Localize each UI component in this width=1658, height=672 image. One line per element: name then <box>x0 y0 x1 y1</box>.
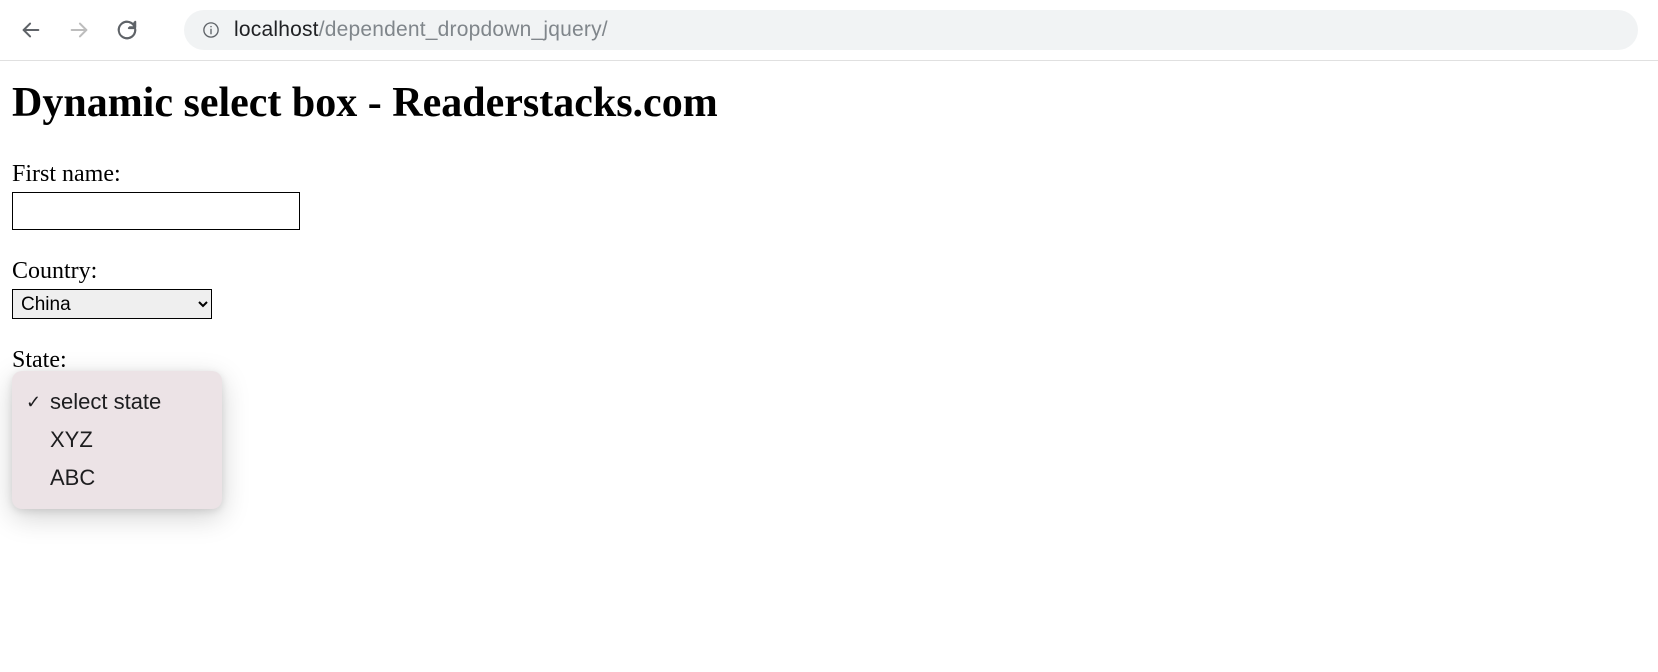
page-content: Dynamic select box - Readerstacks.com Fi… <box>0 61 1658 420</box>
first-name-input[interactable] <box>12 192 300 230</box>
state-option-label: XYZ <box>50 427 93 453</box>
address-bar[interactable]: localhost/dependent_dropdown_jquery/ <box>184 10 1638 50</box>
back-icon[interactable] <box>20 19 42 41</box>
nav-icons-group <box>20 19 138 41</box>
page-title: Dynamic select box - Readerstacks.com <box>12 79 1646 127</box>
url-path: /dependent_dropdown_jquery/ <box>319 18 608 41</box>
state-option-select-state[interactable]: ✓ select state <box>12 383 222 421</box>
state-dropdown-popup: ✓ select state XYZ ABC <box>12 371 222 509</box>
reload-icon[interactable] <box>116 19 138 41</box>
browser-toolbar: localhost/dependent_dropdown_jquery/ <box>0 0 1658 61</box>
site-info-icon[interactable] <box>202 21 220 39</box>
url-text: localhost/dependent_dropdown_jquery/ <box>234 18 608 42</box>
first-name-label: First name: <box>12 161 1646 188</box>
state-option-abc[interactable]: ABC <box>12 459 222 497</box>
country-field: Country: China <box>12 258 1646 319</box>
state-option-xyz[interactable]: XYZ <box>12 421 222 459</box>
state-field: State: ✓ select state XYZ ABC <box>12 347 1646 374</box>
checkmark-icon: ✓ <box>26 392 50 413</box>
first-name-field: First name: <box>12 161 1646 230</box>
forward-icon[interactable] <box>68 19 90 41</box>
state-option-label: select state <box>50 389 161 415</box>
state-label: State: <box>12 347 1646 374</box>
country-select[interactable]: China <box>12 289 212 319</box>
state-option-label: ABC <box>50 465 95 491</box>
country-label: Country: <box>12 258 1646 285</box>
url-host: localhost <box>234 18 319 41</box>
